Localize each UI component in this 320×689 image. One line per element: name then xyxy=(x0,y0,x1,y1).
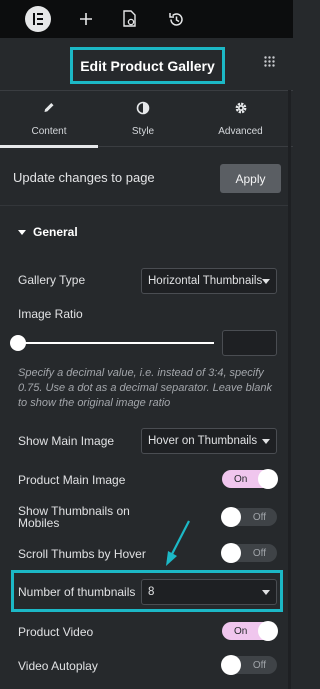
product-video-label: Product Video xyxy=(18,625,94,639)
grid-icon[interactable] xyxy=(264,54,275,72)
product-main-image-toggle[interactable]: On xyxy=(222,469,278,489)
toggle-state: Off xyxy=(252,659,266,671)
video-autoplay-toggle[interactable]: Off xyxy=(221,655,277,675)
gear-icon xyxy=(234,101,248,120)
toggle-state: Off xyxy=(252,547,266,559)
toggle-knob xyxy=(221,655,241,675)
toggle-knob xyxy=(221,543,241,563)
contrast-icon xyxy=(136,101,150,120)
image-ratio-input[interactable] xyxy=(222,330,277,356)
panel-title-highlight: Edit Product Gallery xyxy=(70,47,225,84)
show-main-image-value: Hover on Thumbnails xyxy=(148,435,258,447)
page-settings-icon[interactable] xyxy=(113,3,145,35)
plus-icon[interactable] xyxy=(70,3,102,35)
section-title: General xyxy=(33,225,78,239)
toggle-state: On xyxy=(234,625,248,637)
image-ratio-slider-handle[interactable] xyxy=(10,335,26,351)
chevron-down-icon xyxy=(262,279,270,284)
toggle-knob xyxy=(258,469,278,489)
top-toolbar xyxy=(0,0,293,38)
number-of-thumbnails-select[interactable]: 8 xyxy=(141,579,277,605)
pencil-icon xyxy=(43,101,56,119)
show-thumbnails-mobiles-toggle[interactable]: Off xyxy=(221,507,277,527)
chevron-down-icon xyxy=(262,590,270,595)
tab-content[interactable]: Content xyxy=(0,91,98,148)
number-of-thumbnails-label: Number of thumbnails xyxy=(18,585,136,599)
toggle-knob xyxy=(221,507,241,527)
product-main-image-label: Product Main Image xyxy=(18,473,126,487)
update-changes-text: Update changes to page xyxy=(13,170,155,185)
toggle-state: On xyxy=(234,473,248,485)
divider xyxy=(0,205,288,206)
tab-style-label: Style xyxy=(131,126,155,137)
chevron-down-icon xyxy=(262,439,270,444)
image-ratio-label: Image Ratio xyxy=(18,307,83,321)
panel-title: Edit Product Gallery xyxy=(80,57,215,74)
scroll-thumbs-hover-label: Scroll Thumbs by Hover xyxy=(18,547,146,561)
gallery-type-value: Horizontal Thumbnails xyxy=(148,275,263,287)
image-ratio-slider-track[interactable] xyxy=(18,342,214,344)
number-of-thumbnails-value: 8 xyxy=(148,586,155,598)
annotation-arrow-icon xyxy=(166,520,190,566)
toggle-knob xyxy=(258,621,278,641)
caret-down-icon xyxy=(18,229,26,235)
gallery-type-label: Gallery Type xyxy=(18,273,86,287)
gallery-type-select[interactable]: Horizontal Thumbnails xyxy=(141,268,277,294)
show-thumbnails-mobiles-label: Show Thumbnails on Mobiles xyxy=(18,504,130,530)
scrollbar[interactable] xyxy=(288,90,291,689)
apply-button[interactable]: Apply xyxy=(220,164,281,193)
tab-advanced-label: Advanced xyxy=(218,126,263,137)
tab-advanced[interactable]: Advanced xyxy=(188,91,293,147)
history-icon[interactable] xyxy=(160,3,192,35)
show-main-image-select[interactable]: Hover on Thumbnails xyxy=(141,428,277,454)
show-main-image-label: Show Main Image xyxy=(18,434,115,448)
panel-tabs: Content Style Advanced xyxy=(0,90,293,148)
scroll-thumbs-hover-toggle[interactable]: Off xyxy=(221,543,277,563)
video-autoplay-label: Video Autoplay xyxy=(18,659,98,673)
image-ratio-help-text: Specify a decimal value, i.e. instead of… xyxy=(18,367,272,409)
toggle-state: Off xyxy=(252,511,266,523)
elementor-logo-icon[interactable] xyxy=(22,3,54,35)
section-general-toggle[interactable]: General xyxy=(18,225,78,239)
tab-style[interactable]: Style xyxy=(98,91,188,147)
tab-content-label: Content xyxy=(31,126,67,137)
product-video-toggle[interactable]: On xyxy=(222,621,278,641)
